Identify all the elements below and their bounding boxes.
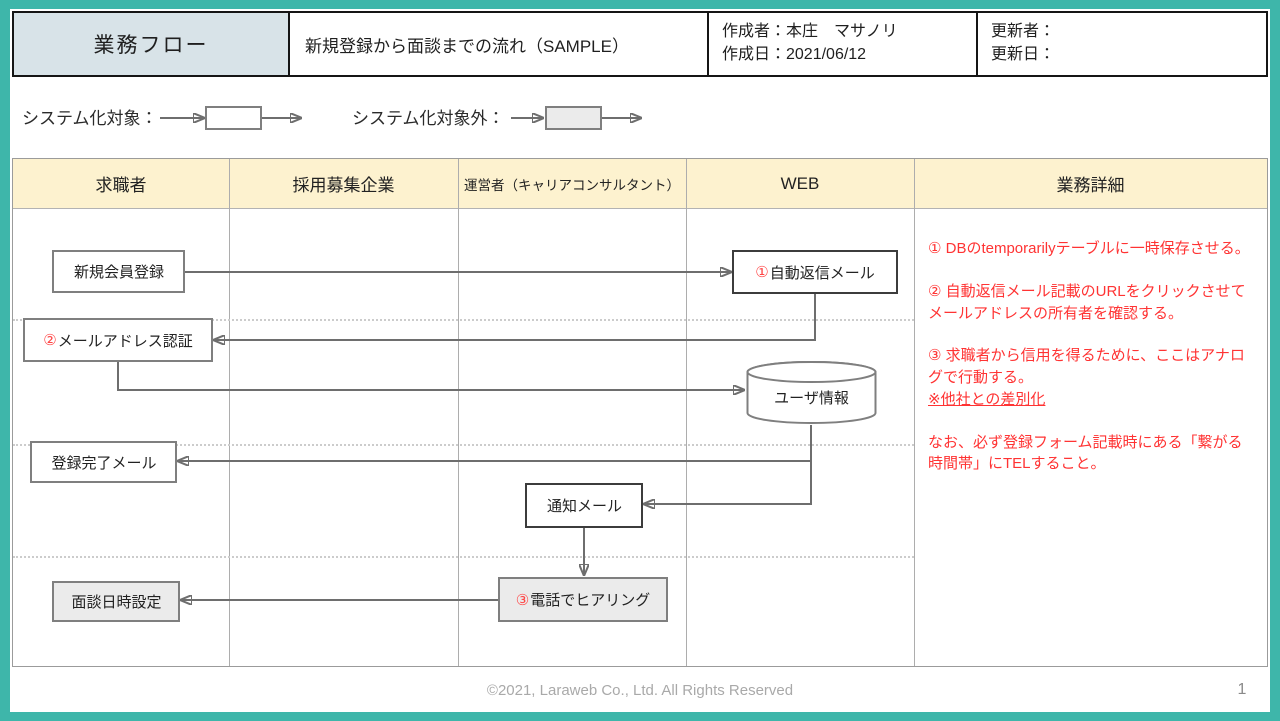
updated-date-line: 更新日： — [991, 43, 1266, 66]
legend-in-scope-label: システム化対象： — [22, 104, 158, 129]
lane-divider-3 — [686, 159, 687, 666]
node-number: ① — [755, 263, 768, 281]
node-label: 電話でヒアリング — [530, 589, 650, 610]
node-label: 通知メール — [547, 495, 622, 516]
note-3: ③ 求職者から信用を得るために、ここはアナログで行動する。 ※他社との差別化 — [928, 345, 1252, 410]
lane-header-row: 求職者 採用募集企業 運営者（キャリアコンサルタント） WEB 業務詳細 — [13, 159, 1267, 209]
doc-type-label: 業務フロー — [94, 29, 209, 59]
author-line: 作成者：本庄 マサノリ — [722, 20, 976, 43]
business-flow-document: { "header": { "doc_type": "業務フロー", "titl… — [0, 0, 1280, 721]
doc-title: 新規登録から面談までの流れ（SAMPLE） — [305, 32, 629, 57]
node-number: ③ — [516, 591, 529, 609]
node-new-member-registration: 新規会員登録 — [52, 250, 185, 293]
document-header: 業務フロー 新規登録から面談までの流れ（SAMPLE） 作成者：本庄 マサノリ … — [12, 11, 1268, 77]
note-3-underlined: ※他社との差別化 — [928, 391, 1045, 408]
node-email-address-auth: ② メールアドレス認証 — [23, 318, 213, 362]
node-number: ② — [43, 331, 56, 349]
lane-header-web: WEB — [686, 159, 914, 208]
lane-header-task-detail: 業務詳細 — [914, 159, 1267, 208]
notes-panel: ① DBのtemporarilyテーブルに一時保存させる。 ② 自動返信メール記… — [928, 238, 1252, 496]
node-user-info-db: ユーザ情報 — [746, 361, 877, 425]
phase-divider-3 — [13, 556, 914, 558]
legend-out-scope-shape — [545, 106, 602, 130]
node-notification-mail: 通知メール — [525, 483, 643, 528]
node-interview-schedule: 面談日時設定 — [52, 581, 180, 622]
updater-cell: 更新者： 更新日： — [978, 13, 1266, 75]
author-cell: 作成者：本庄 マサノリ 作成日：2021/06/12 — [709, 13, 978, 75]
node-label: ユーザ情報 — [746, 387, 877, 408]
lane-divider-4 — [914, 159, 915, 666]
legend-in-scope-shape — [205, 106, 262, 130]
lane-header-jobseeker: 求職者 — [13, 159, 229, 208]
legend-out-scope-label: システム化対象外： — [352, 104, 505, 129]
doc-title-cell: 新規登録から面談までの流れ（SAMPLE） — [290, 13, 709, 75]
note-2: ② 自動返信メール記載のURLをクリックさせてメールアドレスの所有者を確認する。 — [928, 281, 1252, 325]
node-registration-complete-mail: 登録完了メール — [30, 441, 177, 483]
lane-header-hiring-company: 採用募集企業 — [229, 159, 458, 208]
lane-divider-2 — [458, 159, 459, 666]
node-label: 面談日時設定 — [71, 591, 161, 612]
node-label: 自動返信メール — [770, 262, 875, 283]
created-date-line: 作成日：2021/06/12 — [722, 43, 976, 66]
doc-type-cell: 業務フロー — [14, 13, 290, 75]
note-3-text: ③ 求職者から信用を得るために、ここはアナログで行動する。 — [928, 347, 1245, 386]
node-auto-reply-mail: ① 自動返信メール — [732, 250, 898, 294]
node-label: 新規会員登録 — [74, 261, 164, 282]
lane-header-operator: 運営者（キャリアコンサルタント） — [458, 159, 686, 208]
updater-line: 更新者： — [991, 20, 1266, 43]
footer-copyright: ©2021, Laraweb Co., Ltd. All Rights Rese… — [0, 682, 1280, 699]
node-phone-hearing: ③ 電話でヒアリング — [498, 577, 668, 622]
lane-divider-1 — [229, 159, 230, 666]
node-label: 登録完了メール — [51, 452, 156, 473]
note-1: ① DBのtemporarilyテーブルに一時保存させる。 — [928, 238, 1252, 260]
note-4: なお、必ず登録フォーム記載時にある「繋がる時間帯」にTELすること。 — [928, 432, 1252, 476]
page-number: 1 — [1232, 681, 1252, 699]
node-label: メールアドレス認証 — [58, 330, 193, 351]
